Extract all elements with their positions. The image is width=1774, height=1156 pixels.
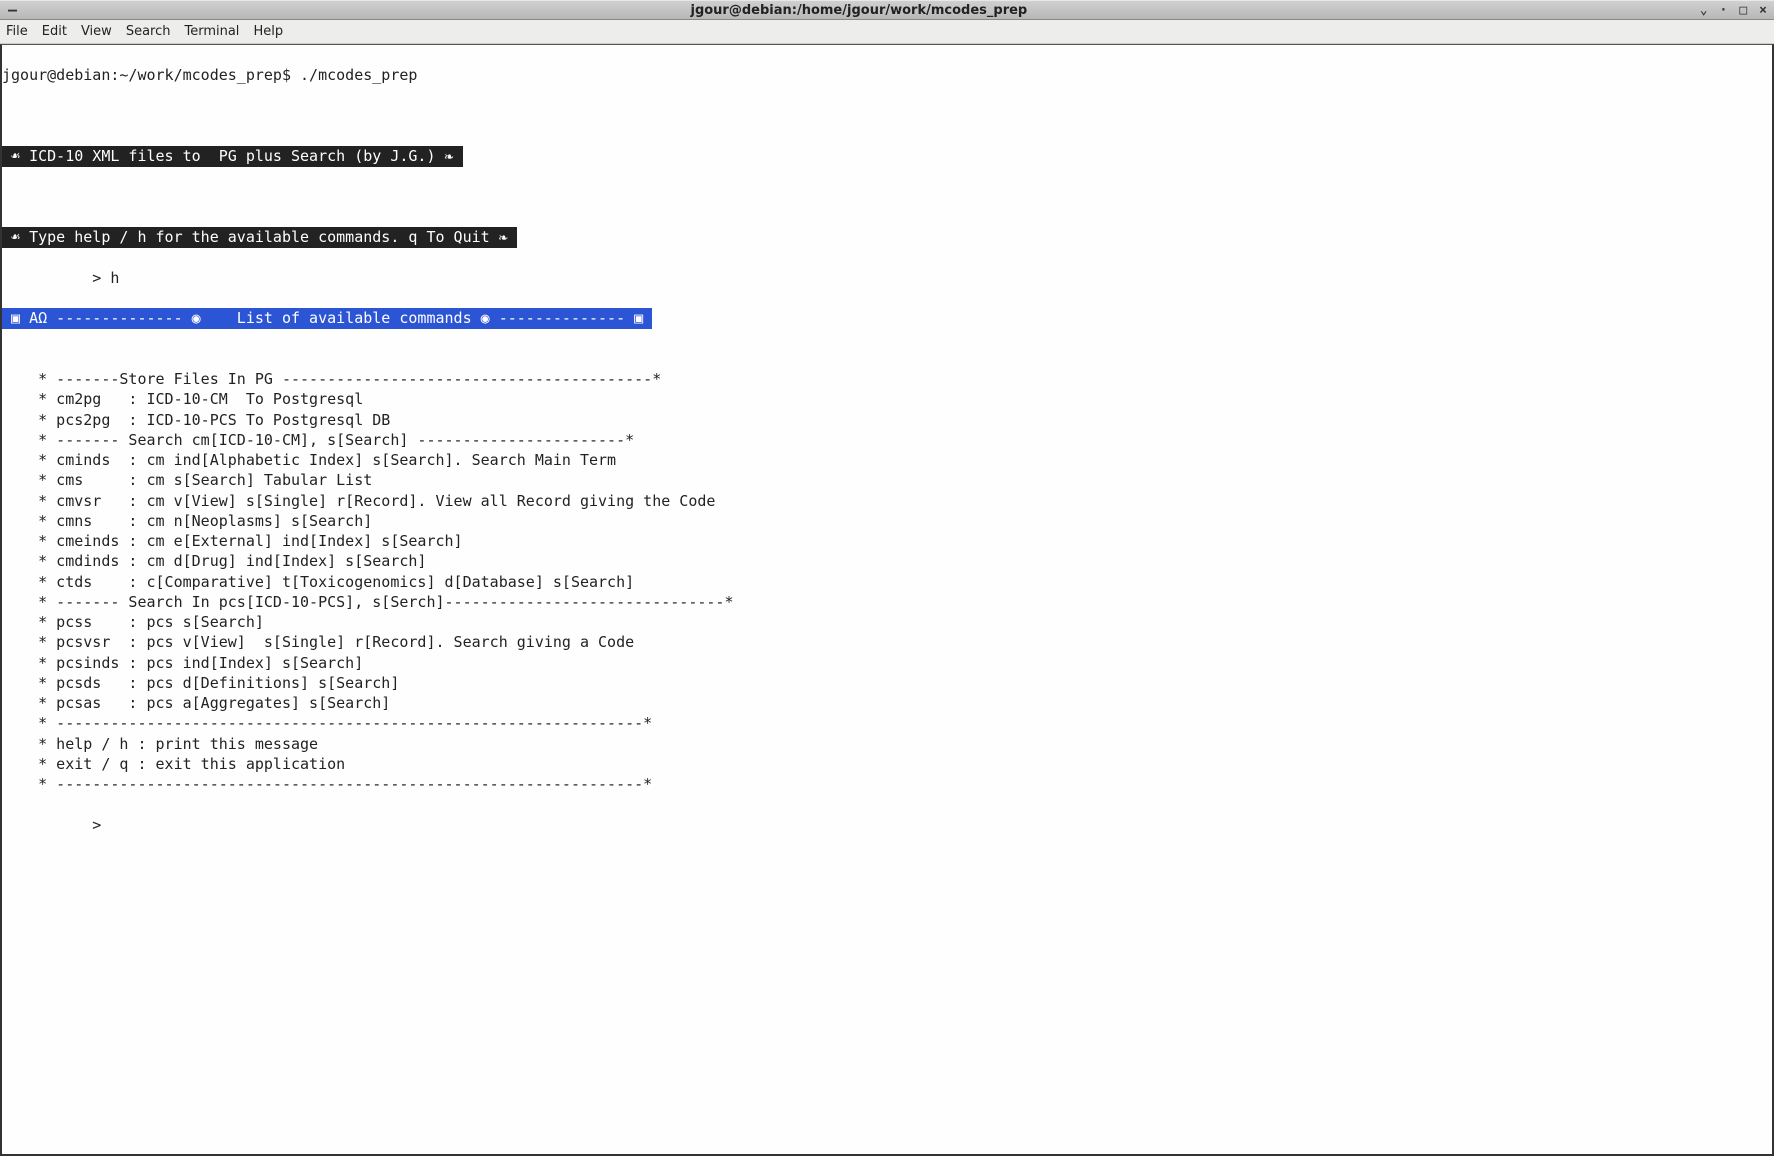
help-text-line: * pcsvsr : pcs v[View] s[Single] r[Recor… bbox=[2, 632, 1772, 652]
menu-bar: File Edit View Search Terminal Help bbox=[0, 20, 1774, 44]
help-text-line: * cmvsr : cm v[View] s[Single] r[Record]… bbox=[2, 491, 1772, 511]
help-text-line: * ------- Search In pcs[ICD-10-PCS], s[S… bbox=[2, 592, 1772, 612]
help-text-line: * --------------------------------------… bbox=[2, 774, 1772, 794]
help-text-line: > bbox=[2, 815, 1772, 835]
close-icon[interactable]: × bbox=[1756, 3, 1770, 18]
help-text-line: * pcsinds : pcs ind[Index] s[Search] bbox=[2, 653, 1772, 673]
help-text-line: * help / h : print this message bbox=[2, 734, 1772, 754]
help-text-line bbox=[2, 794, 1772, 814]
help-text-line: * exit / q : exit this application bbox=[2, 754, 1772, 774]
help-text-line: * cm2pg : ICD-10-CM To Postgresql bbox=[2, 389, 1772, 409]
app-banner-title: ☙ ICD-10 XML files to PG plus Search (by… bbox=[2, 146, 463, 166]
help-text-line: * pcs2pg : ICD-10-PCS To Postgresql DB bbox=[2, 410, 1772, 430]
help-text-line: * pcsds : pcs d[Definitions] s[Search] bbox=[2, 673, 1772, 693]
help-text-line: * -------Store Files In PG -------------… bbox=[2, 369, 1772, 389]
commands-header: ▣ ΑΩ -------------- ◉ List of available … bbox=[2, 308, 652, 328]
terminal-area[interactable]: jgour@debian:~/work/mcodes_prep$ ./mcode… bbox=[0, 44, 1774, 1156]
menu-view[interactable]: View bbox=[81, 24, 112, 39]
menu-help[interactable]: Help bbox=[253, 24, 283, 39]
app-banner-help: ☙ Type help / h for the available comman… bbox=[2, 227, 517, 247]
window-menu-button[interactable]: – bbox=[4, 1, 21, 19]
shell-prompt-line: jgour@debian:~/work/mcodes_prep$ ./mcode… bbox=[2, 65, 1772, 85]
menu-terminal[interactable]: Terminal bbox=[184, 24, 239, 39]
help-text-line bbox=[2, 349, 1772, 369]
window-title: jgour@debian:/home/jgour/work/mcodes_pre… bbox=[21, 3, 1697, 18]
help-text-line: * cminds : cm ind[Alphabetic Index] s[Se… bbox=[2, 450, 1772, 470]
help-text-line: * --------------------------------------… bbox=[2, 713, 1772, 733]
help-text-line: * pcss : pcs s[Search] bbox=[2, 612, 1772, 632]
minimize-icon[interactable]: ⌄ bbox=[1697, 3, 1711, 18]
help-text-line: * cmdinds : cm d[Drug] ind[Index] s[Sear… bbox=[2, 551, 1772, 571]
user-input-line: > h bbox=[2, 268, 1772, 288]
help-text-line: * cmns : cm n[Neoplasms] s[Search] bbox=[2, 511, 1772, 531]
menu-search[interactable]: Search bbox=[126, 24, 171, 39]
help-text-line: * ctds : c[Comparative] t[Toxicogenomics… bbox=[2, 572, 1772, 592]
help-text-line: * cmeinds : cm e[External] ind[Index] s[… bbox=[2, 531, 1772, 551]
help-text-line: * ------- Search cm[ICD-10-CM], s[Search… bbox=[2, 430, 1772, 450]
menu-edit[interactable]: Edit bbox=[42, 24, 67, 39]
blank-line bbox=[2, 187, 1772, 207]
window-titlebar: – jgour@debian:/home/jgour/work/mcodes_p… bbox=[0, 0, 1774, 20]
menu-file[interactable]: File bbox=[6, 24, 28, 39]
pin-icon[interactable]: · bbox=[1717, 3, 1731, 18]
help-text-line: * cms : cm s[Search] Tabular List bbox=[2, 470, 1772, 490]
help-text-line: * pcsas : pcs a[Aggregates] s[Search] bbox=[2, 693, 1772, 713]
blank-line bbox=[2, 106, 1772, 126]
maximize-icon[interactable]: □ bbox=[1736, 3, 1750, 18]
